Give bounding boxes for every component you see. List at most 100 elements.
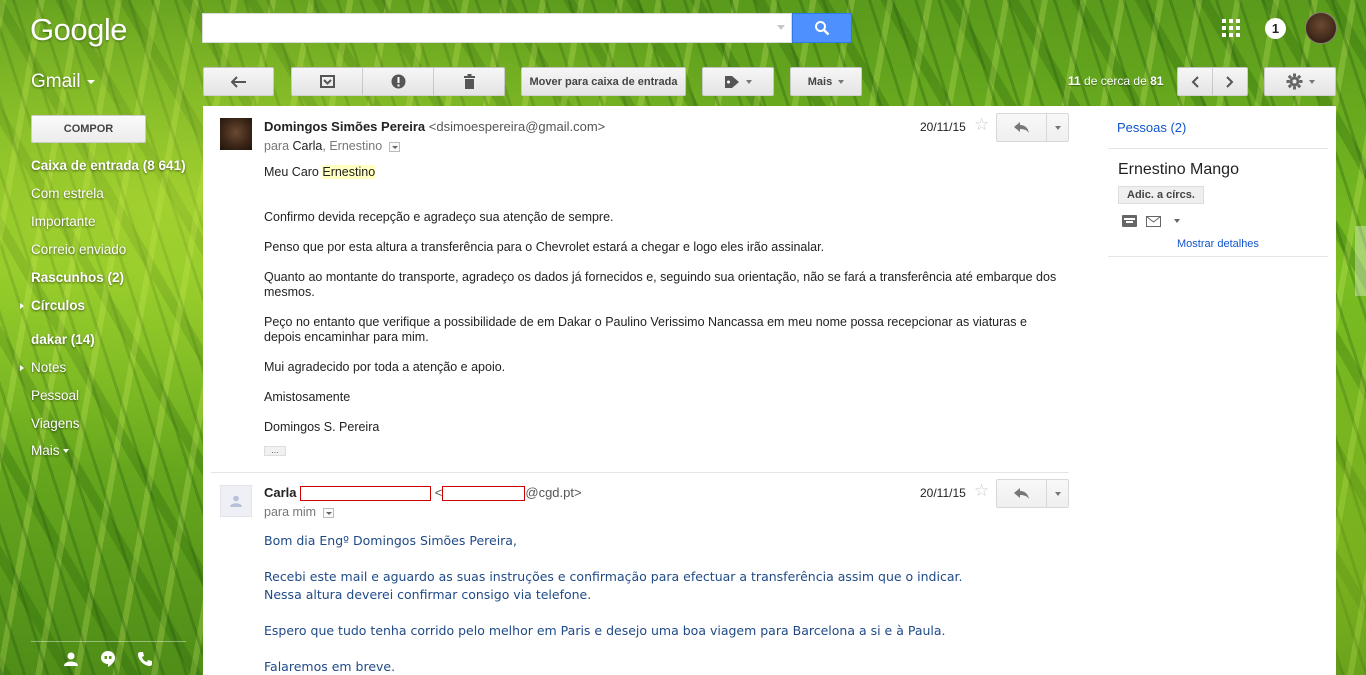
body-paragraph: Peço no entanto que verifique a possibil… <box>264 315 1027 344</box>
pager-current: 11 <box>1068 74 1081 88</box>
to-prefix: para <box>264 139 290 153</box>
hangouts-icon[interactable] <box>101 651 115 670</box>
sender-name[interactable]: Carla <box>264 485 297 500</box>
show-trimmed-content-button[interactable]: ... <box>264 446 286 456</box>
people-divider <box>1108 148 1328 149</box>
email-domain: @cgd.pt> <box>525 485 582 500</box>
greeting-text: Meu Caro <box>264 165 323 179</box>
message-date: 20/11/15 <box>920 486 966 500</box>
move-to-inbox-button[interactable]: Mover para caixa de entrada <box>521 67 686 96</box>
message-body: Bom dia Engº Domingos Simões Pereira, Re… <box>264 532 1064 675</box>
email-icon[interactable] <box>1146 215 1161 230</box>
reply-button-group <box>996 479 1069 508</box>
message-header: Domingos Simões Pereira <dsimoespereira@… <box>264 119 605 134</box>
reply-button[interactable] <box>997 114 1047 141</box>
chevron-down-icon[interactable] <box>1174 219 1180 223</box>
labels-button[interactable] <box>702 67 774 96</box>
chevron-down-icon <box>1054 125 1061 130</box>
archive-icon <box>319 75 335 88</box>
sender-email: <dsimoespereira@gmail.com> <box>428 119 606 134</box>
compose-button[interactable]: COMPOR <box>31 115 146 143</box>
to-me: para mim <box>264 505 317 519</box>
sidebar-item-more[interactable]: Mais <box>31 443 69 458</box>
sidebar-divider <box>31 641 186 642</box>
contact-name[interactable]: Ernestino Mango <box>1118 161 1239 179</box>
to-name-carla[interactable]: Carla <box>293 139 323 153</box>
message-body: Meu Caro Ernestino Confirmo devida recep… <box>264 165 1064 435</box>
archive-button[interactable] <box>291 67 363 96</box>
pager-total: 81 <box>1150 74 1164 88</box>
show-details-link[interactable]: Mostrar detalhes <box>1177 238 1259 250</box>
sidebar-item-dakar[interactable]: dakar (14) <box>31 332 95 347</box>
search-icon <box>815 21 830 36</box>
sender-avatar[interactable] <box>220 485 252 517</box>
recipients-line: para Carla, Ernestino <box>264 139 400 153</box>
show-details-caret-icon[interactable] <box>322 507 334 518</box>
search-input[interactable] <box>202 13 792 43</box>
settings-button[interactable] <box>1264 67 1336 96</box>
greeting-line: Meu Caro Ernestino <box>264 165 1064 180</box>
signature: Domingos S. Pereira <box>264 420 380 434</box>
arrow-left-icon <box>230 75 246 88</box>
body-paragraph: Quanto ao montante do transporte, agrade… <box>264 270 1057 299</box>
expand-notes-icon[interactable] <box>20 365 24 371</box>
more-actions-button[interactable]: Mais <box>790 67 862 96</box>
pager-separator: de cerca de <box>1084 74 1147 88</box>
gmail-app-switcher[interactable]: Gmail <box>31 71 81 93</box>
chevron-left-icon <box>1191 75 1199 88</box>
message-more-options[interactable] <box>1047 480 1068 507</box>
message-date: 20/11/15 <box>920 120 966 134</box>
newer-button[interactable] <box>1177 67 1213 96</box>
body-paragraph: Amistosamente <box>264 390 351 404</box>
recipients-line: para mim <box>264 505 334 519</box>
star-icon[interactable]: ☆ <box>974 115 989 135</box>
sidebar-item-starred[interactable]: Com estrela <box>31 186 104 201</box>
people-link[interactable]: Pessoas (2) <box>1117 120 1186 135</box>
message-more-options[interactable] <box>1047 114 1068 141</box>
show-details-caret-icon[interactable] <box>388 141 400 152</box>
apps-grid-icon[interactable] <box>1222 19 1240 37</box>
delete-button[interactable] <box>433 67 505 96</box>
more-actions-label: Mais <box>807 75 833 88</box>
report-spam-button[interactable] <box>362 67 434 96</box>
older-button[interactable] <box>1212 67 1248 96</box>
label-tag-icon <box>725 75 739 88</box>
highlighted-name: Ernestino <box>322 165 376 179</box>
sidebar-item-circles[interactable]: Círculos <box>31 298 85 313</box>
page-scrollbar[interactable] <box>1355 226 1366 296</box>
redacted-email-user <box>442 486 526 502</box>
chevron-down-icon <box>62 449 69 454</box>
back-to-inbox-button[interactable] <box>203 67 274 96</box>
notifications-badge[interactable]: 1 <box>1265 18 1286 39</box>
search-options-caret-icon[interactable] <box>777 25 785 30</box>
sidebar-item-important[interactable]: Importante <box>31 214 96 229</box>
expand-circles-icon[interactable] <box>20 303 24 309</box>
google-logo[interactable]: Google <box>30 12 127 48</box>
sidebar-item-notes[interactable]: Notes <box>31 360 66 375</box>
sender-avatar[interactable] <box>220 118 252 150</box>
contacts-icon[interactable] <box>64 652 78 669</box>
sidebar-item-inbox[interactable]: Caixa de entrada (8 641) <box>31 158 186 173</box>
account-avatar[interactable] <box>1305 12 1337 44</box>
sender-name[interactable]: Domingos Simões Pereira <box>264 119 425 134</box>
add-to-circles-button[interactable]: Adic. a círcs. <box>1118 186 1204 204</box>
reply-button[interactable] <box>997 480 1047 507</box>
message-header: Carla < @cgd.pt> <box>264 485 582 502</box>
sidebar-item-drafts[interactable]: Rascunhos (2) <box>31 270 124 285</box>
body-paragraph: Espero que tudo tenha corrido pelo melho… <box>264 623 946 638</box>
people-divider <box>1108 256 1328 257</box>
chevron-down-icon <box>1054 491 1061 496</box>
chevron-down-icon <box>1308 79 1315 84</box>
event-icon[interactable] <box>1122 215 1137 230</box>
chevron-down-icon[interactable] <box>87 80 95 84</box>
phone-icon[interactable] <box>138 652 152 669</box>
sidebar-item-travel[interactable]: Viagens <box>31 416 80 431</box>
to-name-ernestino[interactable]: Ernestino <box>329 139 382 153</box>
chevron-down-icon <box>746 79 752 84</box>
default-person-icon <box>230 495 242 507</box>
sidebar-item-personal[interactable]: Pessoal <box>31 388 79 403</box>
search-button[interactable] <box>792 13 852 43</box>
body-paragraph: Nessa altura deverei confirmar consigo v… <box>264 587 592 602</box>
sidebar-item-sent[interactable]: Correio enviado <box>31 242 126 257</box>
star-icon[interactable]: ☆ <box>974 481 989 501</box>
